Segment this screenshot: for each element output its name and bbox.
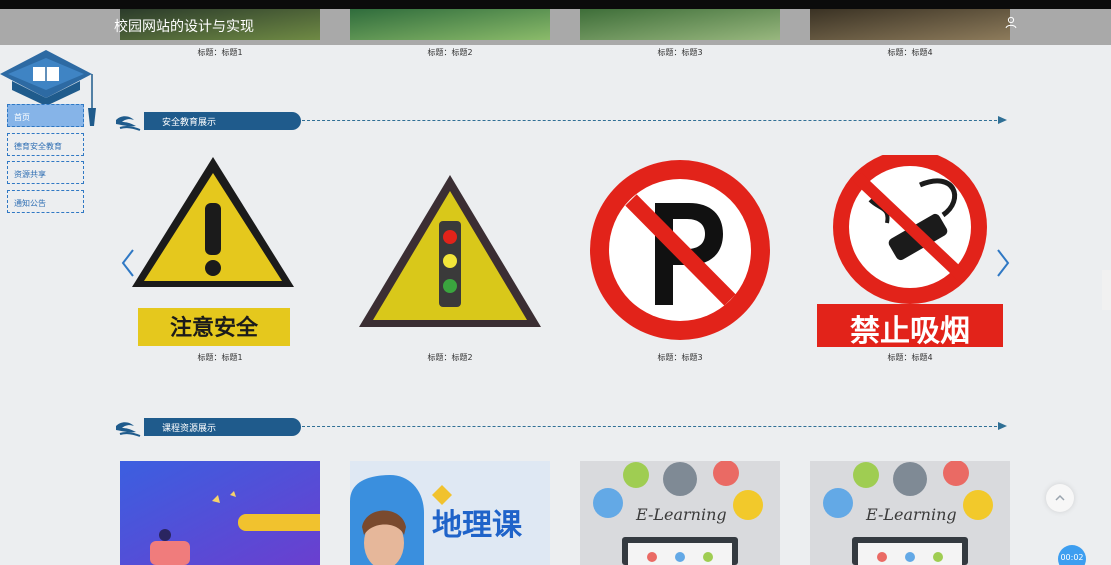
no-smoking-sign-image[interactable]: 禁止吸烟 [815,155,1005,347]
course-card-2[interactable]: 地理课 [350,461,550,565]
banner-text: E-Learning [635,505,727,524]
section-title: 课程资源展示 [162,424,217,434]
sign-caption-1: 标题：标题1 [197,353,243,362]
cloud-swirl-icon [116,116,141,131]
side-toggle-handle[interactable] [1102,270,1111,310]
arrow-right-icon [998,116,1007,124]
sign-caption-4: 标题：标题4 [887,353,933,362]
safety-section-header: 安全教育展示 [114,110,1009,134]
sign-text: 禁止吸烟 [850,314,970,347]
no-parking-sign-image[interactable] [585,155,775,347]
top-card-2[interactable] [350,9,550,40]
user-icon[interactable] [1004,16,1018,30]
chevron-up-icon [1055,494,1065,501]
top-caption-3: 标题：标题3 [657,48,703,57]
sign-text: 注意安全 [170,315,259,341]
scroll-to-top-button[interactable] [1046,484,1074,512]
section-divider [302,426,1002,427]
sidebar-item-notices[interactable]: 通知公告 [7,190,84,213]
timer-badge: 00:02 [1058,545,1086,565]
course-card-4[interactable]: E-Learning [810,461,1010,565]
cloud-swirl-icon [116,422,141,437]
course-card-1[interactable] [120,461,320,565]
site-title: 校园网站的设计与实现 [114,19,254,35]
sidebar-item-label: 德育安全教育 [14,142,62,151]
sidebar-item-label: 资源共享 [14,170,46,179]
course-card-3[interactable]: E-Learning [580,461,780,565]
sign-caption-3: 标题：标题3 [657,353,703,362]
sidebar-item-safety-education[interactable]: 德育安全教育 [7,133,84,156]
traffic-light-sign-image[interactable] [355,155,545,347]
top-strip [0,0,1111,9]
sidebar-item-home[interactable]: 首页 [7,104,84,127]
top-caption-4: 标题：标题4 [887,48,933,57]
course-section-header: 课程资源展示 [114,416,1009,440]
top-caption-1: 标题：标题1 [197,48,243,57]
arrow-right-icon [998,422,1007,430]
section-title: 安全教育展示 [162,118,217,128]
section-divider [302,120,1002,121]
sidebar-item-label: 首页 [14,113,30,122]
banner-text: E-Learning [865,505,957,524]
top-card-3[interactable] [580,9,780,40]
top-caption-2: 标题：标题2 [427,48,473,57]
sidebar-item-resource-sharing[interactable]: 资源共享 [7,161,84,184]
caution-sign-image[interactable]: 注意安全 [118,155,308,347]
top-card-4[interactable] [810,9,1010,40]
sidebar-item-label: 通知公告 [14,199,46,208]
banner-text: 地理课 [432,508,523,543]
sign-caption-2: 标题：标题2 [427,353,473,362]
